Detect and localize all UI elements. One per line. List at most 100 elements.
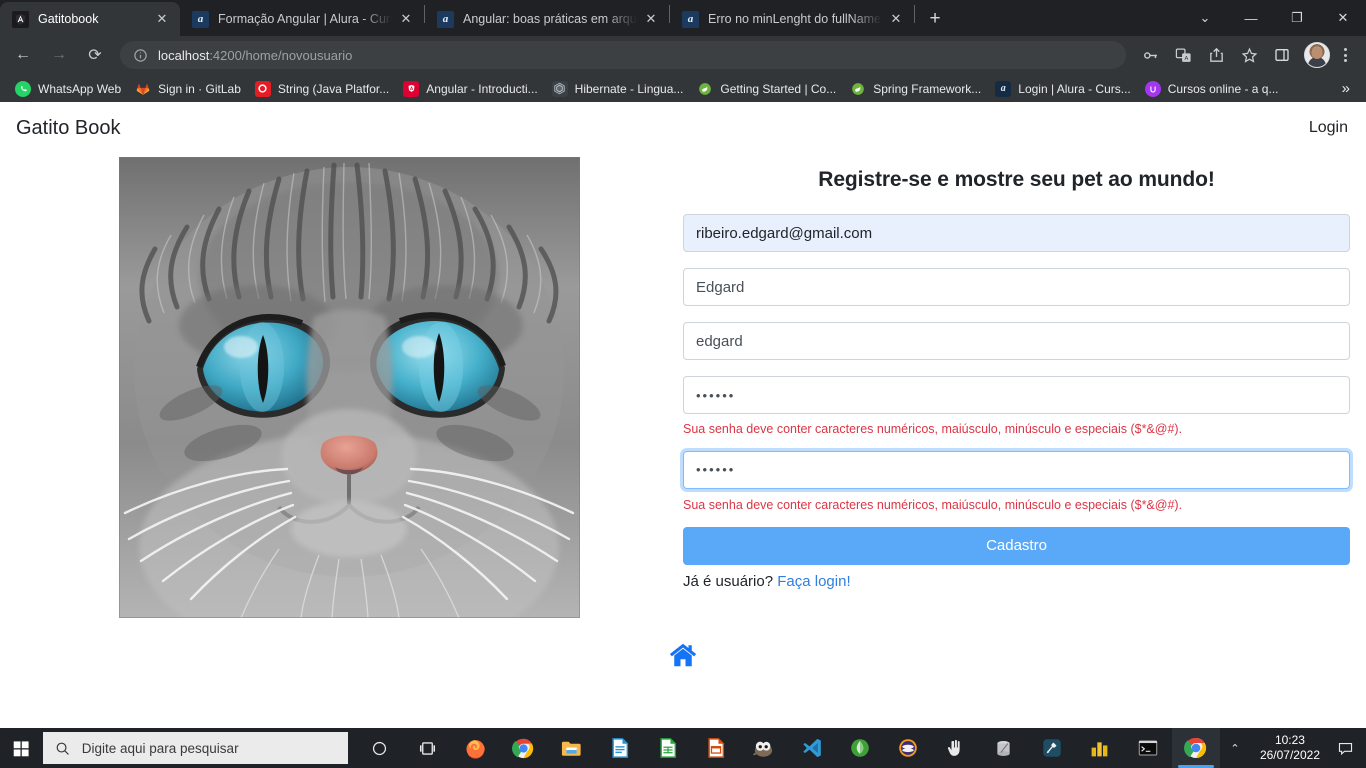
task-view-icon[interactable] [404, 728, 452, 768]
bookmark-label: Login | Alura - Curs... [1018, 81, 1131, 96]
libreoffice-calc-icon[interactable] [644, 728, 692, 768]
site-info-icon[interactable] [132, 47, 148, 63]
cat-photo [119, 157, 580, 618]
postman-icon[interactable] [1028, 728, 1076, 768]
forward-icon[interactable]: → [44, 40, 74, 70]
vscode-icon[interactable] [788, 728, 836, 768]
java-icon [254, 80, 271, 97]
bookmark-login-alura[interactable]: a Login | Alura - Curs... [988, 77, 1138, 101]
main-content: Registre-se e mostre seu pet ao mundo! S… [0, 154, 1366, 618]
key-icon[interactable] [1135, 40, 1165, 70]
toolbar-icons: A [1132, 40, 1358, 70]
mongodb-icon[interactable] [836, 728, 884, 768]
translate-icon[interactable]: A [1168, 40, 1198, 70]
close-icon[interactable]: ✕ [641, 9, 661, 29]
header-login-link[interactable]: Login [1309, 119, 1348, 137]
browser-tab-erro-minlenght[interactable]: a Erro no minLenght do fullName | ✕ [670, 2, 914, 36]
back-icon[interactable]: ← [8, 40, 38, 70]
site-header: Gatito Book Login [0, 102, 1366, 154]
password-field[interactable] [683, 376, 1350, 414]
gimp-icon[interactable] [740, 728, 788, 768]
sqlite-icon[interactable] [980, 728, 1028, 768]
bookmark-whatsapp-web[interactable]: WhatsApp Web [8, 77, 128, 101]
search-icon [55, 741, 70, 756]
chrome-icon[interactable] [500, 728, 548, 768]
page-title: Gatito Book [16, 116, 121, 139]
tab-title: Angular: boas práticas em arquite [463, 12, 637, 26]
share-icon[interactable] [1201, 40, 1231, 70]
firefox-icon[interactable] [452, 728, 500, 768]
tab-title: Erro no minLenght do fullName | [708, 12, 882, 26]
address-bar[interactable]: localhost:4200/home/novousuario [120, 41, 1126, 69]
chrome-active-icon[interactable] [1171, 728, 1220, 768]
bookmark-gitlab[interactable]: Sign in · GitLab [128, 77, 248, 101]
url-text: localhost:4200/home/novousuario [158, 48, 352, 63]
fullname-field[interactable] [683, 268, 1350, 306]
bookmark-label: WhatsApp Web [38, 81, 122, 96]
udemy-icon [1144, 80, 1161, 97]
clock-time: 10:23 [1274, 733, 1305, 747]
bookmark-java-string[interactable]: String (Java Platfor... [248, 77, 396, 101]
close-window-icon[interactable]: ✕ [1320, 2, 1366, 34]
tool-icon[interactable] [932, 728, 980, 768]
tray-expand-icon[interactable]: ⌃ [1220, 728, 1250, 768]
new-tab-button[interactable]: + [921, 5, 949, 33]
start-icon[interactable] [0, 728, 43, 768]
login-link[interactable]: Faça login! [777, 573, 850, 590]
window-controls: ⌄ — ❐ ✕ [1182, 0, 1366, 36]
bookmark-cursos-online[interactable]: Cursos online - a q... [1138, 77, 1286, 101]
reload-icon[interactable]: ⟳ [80, 40, 110, 70]
libreoffice-writer-icon[interactable] [596, 728, 644, 768]
profile-avatar[interactable] [1304, 42, 1330, 68]
alura-icon: a [437, 10, 454, 28]
system-tray: ⌃ 10:23 26/07/2022 [1220, 728, 1366, 768]
star-icon[interactable] [1234, 40, 1264, 70]
submit-button[interactable]: Cadastro [683, 526, 1350, 565]
close-icon[interactable]: ✕ [396, 9, 416, 29]
bookmarks-overflow-icon[interactable]: » [1334, 80, 1358, 97]
bookmark-spring-framework[interactable]: Spring Framework... [843, 77, 988, 101]
alura-icon: a [682, 10, 699, 28]
tab-search-icon[interactable]: ⌄ [1182, 2, 1228, 34]
browser-toolbar: ← → ⟳ localhost:4200/home/novousuario A [0, 36, 1366, 74]
bookmark-angular-introduction[interactable]: Angular - Introducti... [396, 77, 544, 101]
file-explorer-icon[interactable] [548, 728, 596, 768]
form-column: Registre-se e mostre seu pet ao mundo! S… [683, 154, 1350, 618]
taskbar-search-input[interactable]: Digite aqui para pesquisar [42, 732, 348, 764]
notification-icon[interactable] [1330, 728, 1360, 768]
browser-tab-gatitobook[interactable]: Gatitobook ✕ [0, 2, 180, 36]
page-content: Gatito Book Login Registre-se e mostre s… [0, 102, 1366, 736]
spring-icon [697, 81, 713, 97]
close-icon[interactable]: ✕ [152, 9, 172, 29]
maximize-icon[interactable]: ❐ [1274, 2, 1320, 34]
terminal-icon[interactable] [1124, 728, 1172, 768]
bookmark-label: String (Java Platfor... [277, 81, 390, 96]
sidepanel-icon[interactable] [1267, 40, 1297, 70]
angular-icon [403, 80, 420, 97]
bookmark-label: Sign in · GitLab [158, 81, 241, 96]
alura-icon: a [192, 10, 209, 28]
windows-taskbar: Digite aqui para pesquisar ⌃ 10:23 26/07… [0, 728, 1366, 768]
password-confirm-field[interactable] [683, 450, 1350, 489]
cortana-icon[interactable] [356, 728, 404, 768]
browser-tab-boas-praticas[interactable]: a Angular: boas práticas em arquite ✕ [425, 2, 669, 36]
home-icon[interactable] [668, 640, 698, 670]
browser-tab-formacao-angular[interactable]: a Formação Angular | Alura - Curso ✕ [180, 2, 424, 36]
menu-dots-icon[interactable] [1332, 40, 1358, 70]
close-icon[interactable]: ✕ [886, 9, 906, 29]
gitlab-icon [135, 81, 151, 97]
libreoffice-impress-icon[interactable] [692, 728, 740, 768]
bookmark-getting-started[interactable]: Getting Started | Co... [690, 77, 843, 101]
bookmark-hibernate[interactable]: Hibernate - Lingua... [545, 77, 691, 101]
clock[interactable]: 10:23 26/07/2022 [1250, 733, 1330, 763]
email-field[interactable] [683, 214, 1350, 252]
login-hint-text: Já é usuário? [683, 572, 774, 590]
login-hint: Já é usuário? Faça login! [683, 573, 1350, 590]
power-bi-icon[interactable] [1076, 728, 1124, 768]
minimize-icon[interactable]: — [1228, 2, 1274, 34]
clock-date: 26/07/2022 [1259, 748, 1320, 762]
tab-strip: Gatitobook ✕ a Formação Angular | Alura … [0, 0, 1366, 36]
username-field[interactable] [683, 322, 1350, 360]
alura-icon: a [995, 80, 1012, 97]
eclipse-icon[interactable] [884, 728, 932, 768]
